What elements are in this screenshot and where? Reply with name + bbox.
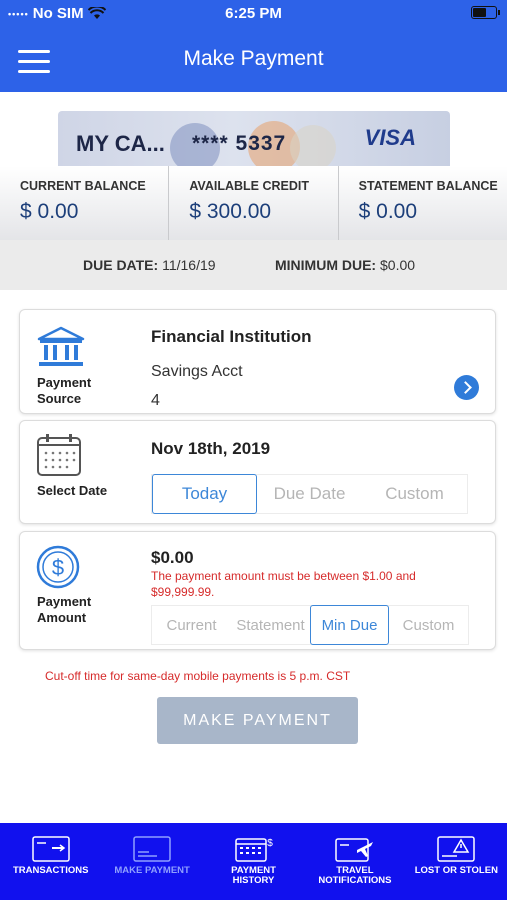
app-header: ••••• No SIM 6:25 PM Make Payment	[0, 0, 507, 92]
due-date: DUE DATE: 11/16/19	[83, 257, 216, 273]
select-date-panel: Select Date Nov 18th, 2019 Today Due Dat…	[19, 420, 496, 524]
page-title: Make Payment	[183, 47, 324, 70]
statement-balance: STATEMENT BALANCE $ 0.00	[339, 166, 507, 240]
payment-amount-panel: $ Payment Amount $0.00 The payment amoun…	[19, 531, 496, 650]
date-option-today[interactable]: Today	[152, 474, 257, 514]
label-line: Payment	[37, 594, 92, 609]
svg-text:$: $	[267, 838, 273, 849]
label-line: Amount	[37, 610, 87, 625]
date-segmented-control: Today Due Date Custom	[151, 474, 468, 514]
label-line: Payment	[37, 375, 92, 390]
tab-lost-or-stolen[interactable]: LOST OR STOLEN	[406, 823, 507, 900]
balance-value: $ 0.00	[20, 200, 79, 223]
tab-label: MAKE PAYMENT	[114, 865, 190, 876]
due-info: DUE DATE: 11/16/19 MINIMUM DUE: $0.00	[0, 240, 507, 290]
tab-label: TRANSACTIONS	[12, 865, 89, 876]
card-nickname: MY CA...	[76, 131, 165, 156]
account-name: Savings Acct	[151, 363, 243, 380]
balance-value: $ 0.00	[358, 200, 418, 223]
balance-summary: CURRENT BALANCE $ 0.00 AVAILABLE CREDIT …	[0, 166, 507, 240]
account-suffix: 4	[151, 392, 160, 409]
tab-label: TRAVEL NOTIFICATIONS	[304, 866, 405, 886]
minimum-due-value: $0.00	[380, 257, 416, 273]
card-art-circle	[290, 125, 336, 166]
balance-label: CURRENT BALANCE	[20, 179, 146, 193]
card-number: **** 5337	[192, 132, 287, 155]
tab-transactions[interactable]: TRANSACTIONS	[0, 823, 101, 900]
tab-payment-history[interactable]: $ PAYMENT HISTORY	[203, 823, 304, 900]
due-date-value: 11/16/19	[162, 257, 216, 273]
bottom-tab-bar: TRANSACTIONS MAKE PAYMENT $ PAYMENT HIST…	[0, 823, 507, 900]
available-credit: AVAILABLE CREDIT $ 300.00	[169, 166, 339, 240]
balance-label: AVAILABLE CREDIT	[189, 179, 309, 193]
amount-error-message: The payment amount must be between $1.00…	[151, 569, 416, 599]
amount-option-statement[interactable]: Statement	[231, 606, 310, 644]
cutoff-notice: Cut-off time for same-day mobile payment…	[45, 669, 351, 683]
payment-card-icon	[133, 836, 171, 862]
make-payment-button[interactable]: MAKE PAYMENT	[157, 697, 358, 744]
balance-value: $ 300.00	[189, 200, 272, 223]
card-banner: MY CA... **** 5337 VISA	[0, 92, 507, 166]
svg-text:$: $	[52, 555, 64, 580]
select-date-label: Select Date	[37, 483, 108, 498]
tab-label: PAYMENT HISTORY	[203, 866, 304, 886]
current-balance: CURRENT BALANCE $ 0.00	[0, 166, 170, 240]
transactions-card-icon	[31, 836, 70, 862]
tab-label: LOST OR STOLEN	[414, 865, 498, 876]
calendar-icon	[37, 434, 81, 476]
selected-date: Nov 18th, 2019	[151, 439, 271, 458]
label-line: HISTORY	[232, 875, 275, 886]
date-option-due-date[interactable]: Due Date	[257, 475, 362, 513]
label-line: Source	[37, 391, 82, 406]
tab-make-payment[interactable]: MAKE PAYMENT	[101, 823, 202, 900]
payment-source-panel[interactable]: Payment Source Financial Institution Sav…	[19, 309, 496, 414]
amount-option-min-due[interactable]: Min Due	[310, 605, 389, 645]
dollar-circle-icon: $	[36, 545, 80, 589]
amount-option-custom[interactable]: Custom	[389, 606, 468, 644]
battery-icon	[471, 6, 500, 19]
payment-amount-label: Payment Amount	[37, 594, 91, 626]
minimum-due: MINIMUM DUE: $0.00	[275, 257, 415, 273]
minimum-due-label: MINIMUM DUE:	[275, 257, 377, 273]
amount-option-current[interactable]: Current	[152, 606, 231, 644]
amount-segmented-control: Current Statement Min Due Custom	[151, 605, 469, 645]
status-bar: ••••• No SIM 6:25 PM	[0, 0, 507, 26]
payment-amount-value[interactable]: $0.00	[151, 548, 194, 568]
institution-name: Financial Institution	[151, 327, 312, 346]
chevron-right-icon[interactable]	[454, 375, 479, 400]
balance-label: STATEMENT BALANCE	[358, 179, 498, 193]
tab-travel-notifications[interactable]: TRAVEL NOTIFICATIONS	[304, 823, 405, 900]
due-date-label: DUE DATE:	[83, 257, 159, 273]
status-time: 6:25 PM	[225, 5, 282, 22]
bank-icon	[37, 326, 85, 366]
label-line: NOTIFICATIONS	[318, 875, 392, 886]
card-warning-icon	[437, 836, 476, 862]
battery-fill	[473, 8, 486, 17]
card-brand-logo: VISA	[364, 125, 416, 150]
calendar-dollar-icon: $	[234, 838, 273, 862]
date-option-custom[interactable]: Custom	[362, 475, 467, 513]
card-plane-icon	[335, 838, 373, 862]
payment-source-label: Payment Source	[37, 375, 91, 407]
credit-card-image[interactable]: MY CA... **** 5337 VISA	[58, 111, 450, 166]
